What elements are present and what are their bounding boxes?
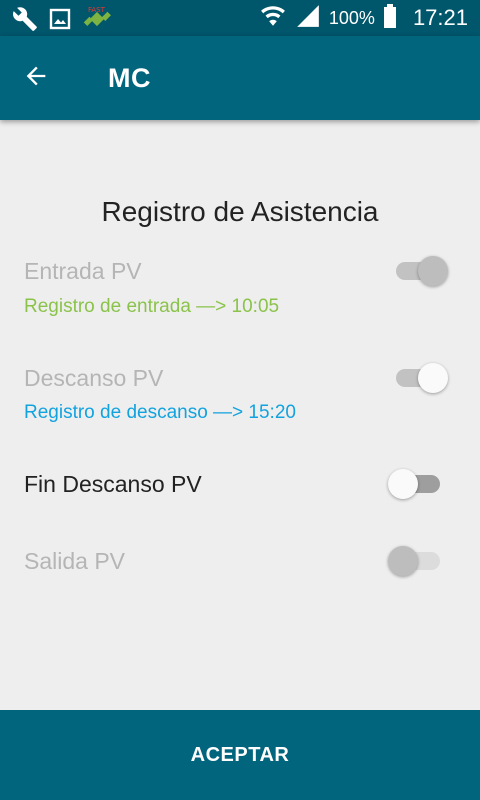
svg-text:FAST: FAST [88,6,106,14]
descanso-label: Descanso PV [24,365,164,391]
descanso-status: Registro de descanso —> 15:20 [24,402,296,423]
fin-descanso-switch[interactable] [388,467,444,501]
fin-descanso-label: Fin Descanso PV [24,471,202,497]
switch-thumb [388,546,418,576]
image-icon [48,7,72,36]
footer-bar: ACEPTAR [0,710,480,800]
battery-percent: 100% [328,7,375,28]
page-title: Registro de Asistencia [101,196,379,227]
switch-thumb [418,363,448,393]
salida-switch[interactable] [388,544,444,578]
arrow-left-icon [22,62,50,95]
signal-icon [295,3,321,34]
descanso-switch[interactable] [392,361,448,395]
switch-thumb [418,256,448,286]
status-bar: FAST 100% 17:21 [0,0,480,36]
attendance-panel: Registro de Asistencia Entrada PV Regist… [0,120,480,710]
back-button[interactable] [16,58,56,98]
entrada-status: Registro de entrada —> 10:05 [24,296,280,317]
salida-label: Salida PV [24,548,126,574]
switch-thumb [388,469,418,499]
entrada-switch[interactable] [392,254,448,288]
entrada-label: Entrada PV [24,258,142,284]
status-bar-notifications: FAST [12,5,112,38]
status-bar-system: 100% 17:21 [259,0,468,36]
clock: 17:21 [412,5,468,30]
wifi-icon [259,3,287,34]
accept-button[interactable]: ACEPTAR [0,710,480,800]
battery-icon [383,3,397,34]
app-bar: MC [0,36,480,120]
wrench-icon [12,6,38,37]
app-title: MC [108,63,151,93]
satellite-app-icon: FAST [82,5,112,38]
